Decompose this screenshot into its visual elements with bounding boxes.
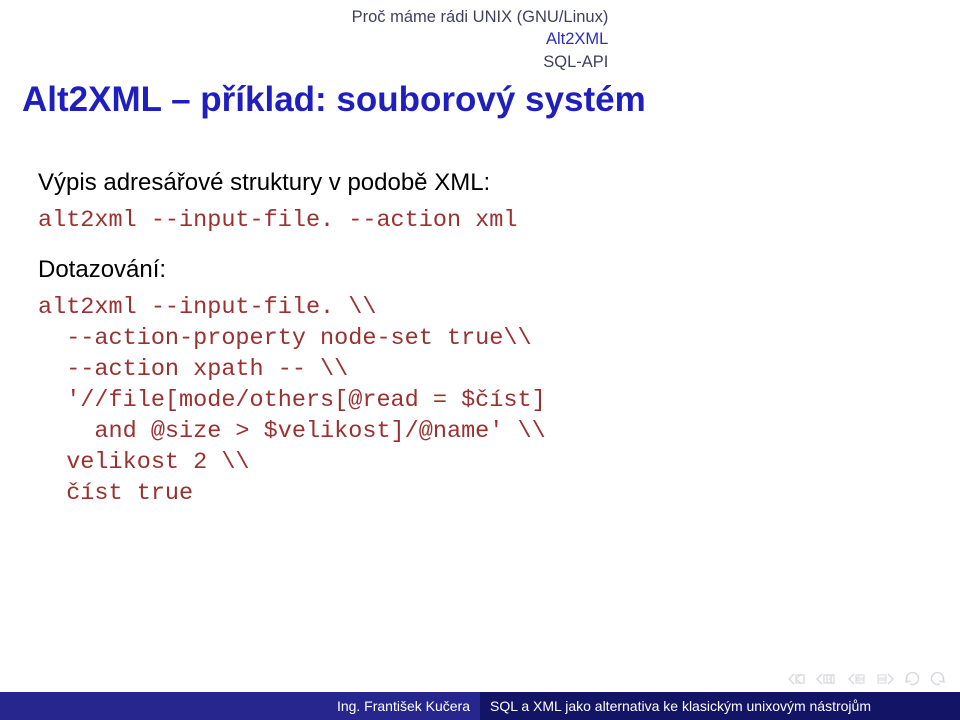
header: Proč máme rádi UNIX (GNU/Linux) Alt2XML … xyxy=(0,6,960,73)
code-line: --action xpath -- \\ xyxy=(38,354,348,385)
nav-first-icon[interactable] xyxy=(788,673,806,685)
code-line: '//file[mode/others[@read = $číst] xyxy=(38,385,546,416)
code-block-1: alt2xml --input-file. --action xml xyxy=(38,205,922,236)
header-lines: Proč máme rádi UNIX (GNU/Linux) Alt2XML … xyxy=(352,6,609,73)
nav-back-icon[interactable] xyxy=(904,672,920,686)
code-line: číst true xyxy=(38,478,193,509)
code-line: and @size > $velikost]/@name' \\ xyxy=(38,416,546,447)
code-line: --action-property node-set true\\ xyxy=(38,323,532,354)
nav-forward-icon[interactable] xyxy=(930,672,946,686)
code-line: alt2xml --input-file. \\ xyxy=(38,294,376,321)
code-block-2: alt2xml --input-file. \\ --action-proper… xyxy=(38,292,922,509)
slide: Proč máme rádi UNIX (GNU/Linux) Alt2XML … xyxy=(0,0,960,720)
footer: Ing. František Kučera SQL a XML jako alt… xyxy=(0,692,960,720)
frame-title: Alt2XML – příklad: souborový systém xyxy=(22,80,938,120)
section-line-1: Proč máme rádi UNIX (GNU/Linux) xyxy=(352,6,609,28)
footer-author: Ing. František Kučera xyxy=(0,692,480,720)
footer-title: SQL a XML jako alternativa ke klasickým … xyxy=(480,692,960,720)
intro-paragraph-2: Dotazování: xyxy=(38,256,922,284)
section-line-2: Alt2XML xyxy=(352,28,609,50)
body: Výpis adresářové struktury v podobě XML:… xyxy=(38,155,922,529)
section-line-3: SQL-API xyxy=(352,51,609,73)
nav-next-icon[interactable] xyxy=(876,673,894,685)
nav-icons xyxy=(788,672,946,686)
intro-paragraph-1: Výpis adresářové struktury v podobě XML: xyxy=(38,169,922,197)
nav-prev-icon[interactable] xyxy=(848,673,866,685)
nav-prev-section-icon[interactable] xyxy=(816,673,838,685)
code-line: velikost 2 \\ xyxy=(38,447,250,478)
